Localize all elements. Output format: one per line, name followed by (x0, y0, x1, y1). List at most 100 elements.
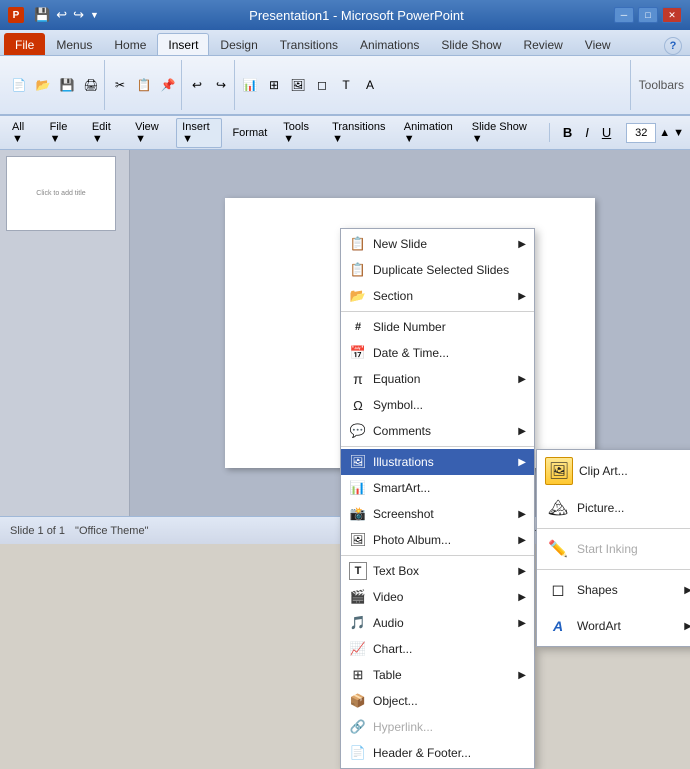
toolbar-group-file: 📄 📂 💾 🖨 (6, 60, 105, 110)
submenu-picture[interactable]: 🏔 Picture... (537, 490, 690, 526)
help-icon[interactable]: ? (664, 37, 682, 55)
submenu-shapes-label: Shapes (577, 583, 618, 597)
tab-design[interactable]: Design (209, 33, 268, 55)
ribbon-tab-bar: File Menus Home Insert Design Transition… (0, 30, 690, 56)
menu-sep1 (341, 311, 534, 312)
menu-smartart[interactable]: 📊 SmartArt... (341, 475, 534, 501)
tab-transitions[interactable]: Transitions (269, 33, 349, 55)
textbox-icon: T (349, 562, 367, 580)
slideshow-menu[interactable]: Slide Show ▼ (466, 118, 535, 148)
copy-btn[interactable]: 📋 (133, 74, 155, 96)
menu-date-time[interactable]: 📅 Date & Time... (341, 340, 534, 366)
font-size-input[interactable] (626, 123, 656, 143)
menu-table[interactable]: ⊞ Table ▶ (341, 662, 534, 688)
redo-btn[interactable]: ↪ (210, 74, 232, 96)
menu-video[interactable]: 🎬 Video ▶ (341, 584, 534, 610)
font-size-down[interactable]: ▼ (673, 127, 684, 139)
tab-file[interactable]: File (4, 33, 45, 55)
submenu-wordart-label: WordArt (577, 619, 621, 633)
undo-btn[interactable]: ↩ (186, 74, 208, 96)
tab-view[interactable]: View (574, 33, 622, 55)
date-time-icon: 📅 (349, 344, 367, 362)
menu-hyperlink-label: Hyperlink... (373, 720, 433, 734)
all-menu[interactable]: All ▼ (6, 118, 40, 148)
photo-album-arrow: ▶ (518, 535, 526, 546)
tab-insert[interactable]: Insert (157, 33, 209, 55)
maximize-button[interactable]: □ (638, 7, 658, 23)
menu-smartart-label: SmartArt... (373, 481, 430, 495)
menu-equation[interactable]: π Equation ▶ (341, 366, 534, 392)
table-btn[interactable]: ⊞ (263, 74, 285, 96)
menu-duplicate-slides[interactable]: 📋 Duplicate Selected Slides (341, 257, 534, 283)
redo-icon[interactable]: ↪ (73, 7, 84, 23)
clipart-icon: 🖼 (549, 461, 569, 481)
menu-comments[interactable]: 💬 Comments ▶ (341, 418, 534, 444)
menu-object[interactable]: 📦 Object... (341, 688, 534, 714)
menu-chart-label: Chart... (373, 642, 412, 656)
italic-btn[interactable]: I (580, 123, 594, 142)
tab-animations[interactable]: Animations (349, 33, 430, 55)
font-size-up[interactable]: ▲ (659, 127, 670, 139)
tools-menu[interactable]: Tools ▼ (277, 118, 322, 148)
tab-home[interactable]: Home (103, 33, 157, 55)
slide-thumbnail[interactable]: Click to add title (6, 156, 116, 231)
menu-section-label: Section (373, 289, 413, 303)
bold-btn[interactable]: B (558, 123, 577, 142)
tab-slideshow[interactable]: Slide Show (430, 33, 512, 55)
menu-slide-number-label: Slide Number (373, 320, 446, 334)
paste-btn[interactable]: 📌 (157, 74, 179, 96)
menu-duplicate-label: Duplicate Selected Slides (373, 263, 509, 277)
menu-textbox[interactable]: T Text Box ▶ (341, 558, 534, 584)
edit-menu[interactable]: Edit ▼ (86, 118, 125, 148)
menu-symbol[interactable]: Ω Symbol... (341, 392, 534, 418)
menu-audio[interactable]: 🎵 Audio ▶ (341, 610, 534, 636)
menu-new-slide[interactable]: 📋 New Slide ▶ (341, 231, 534, 257)
quick-dropdown-icon[interactable]: ▼ (90, 10, 99, 20)
menu-section[interactable]: 📂 Section ▶ (341, 283, 534, 309)
underline-btn[interactable]: U (597, 123, 616, 142)
illustrations-submenu: 🖼 Clip Art... 🏔 Picture... ✏️ Start Inki… (536, 449, 690, 647)
submenu-wordart[interactable]: A WordArt ▶ (537, 608, 690, 644)
submenu-start-inking: ✏️ Start Inking (537, 531, 690, 567)
submenu-sep1 (537, 528, 690, 529)
print-btn[interactable]: 🖨 (80, 74, 102, 96)
chart-btn[interactable]: 📊 (239, 74, 261, 96)
menu-illustrations-label: Illustrations (373, 455, 434, 469)
undo-icon[interactable]: ↩ (56, 7, 67, 23)
shapes-btn[interactable]: ◻ (311, 74, 333, 96)
submenu-clipart-label: Clip Art... (579, 464, 628, 478)
close-button[interactable]: ✕ (662, 7, 682, 23)
animation-menu[interactable]: Animation ▼ (398, 118, 462, 148)
theme-info: "Office Theme" (75, 525, 148, 537)
insert-menu-btn[interactable]: Insert ▼ (176, 118, 222, 148)
equation-icon: π (349, 370, 367, 388)
tab-menus[interactable]: Menus (45, 33, 103, 55)
open-btn[interactable]: 📂 (32, 74, 54, 96)
transitions-menu[interactable]: Transitions ▼ (326, 118, 394, 148)
menu-header-footer[interactable]: 📄 Header & Footer... (341, 740, 534, 766)
menu-photo-album-label: Photo Album... (373, 533, 451, 547)
menu-chart[interactable]: 📈 Chart... (341, 636, 534, 662)
menu-illustrations[interactable]: 🖼 Illustrations ▶ 🖼 Clip Art... (341, 449, 534, 475)
photo-album-icon: 🖼 (349, 531, 367, 549)
textbox-btn[interactable]: T (335, 74, 357, 96)
format-menu[interactable]: Format (226, 124, 273, 142)
cut-btn[interactable]: ✂ (109, 74, 131, 96)
video-icon: 🎬 (349, 588, 367, 606)
insert-btn[interactable]: 🖼 (287, 74, 309, 96)
save-icon[interactable]: 💾 (34, 7, 50, 23)
file-menu[interactable]: File ▼ (44, 118, 82, 148)
menu-slide-number[interactable]: # Slide Number (341, 314, 534, 340)
menu-table-label: Table (373, 668, 402, 682)
submenu-clipart[interactable]: 🖼 Clip Art... (537, 452, 690, 490)
save-btn[interactable]: 💾 (56, 74, 78, 96)
menu-photo-album[interactable]: 🖼 Photo Album... ▶ (341, 527, 534, 553)
submenu-shapes[interactable]: ◻ Shapes ▶ (537, 572, 690, 608)
app-icon: P (8, 7, 24, 23)
new-btn[interactable]: 📄 (8, 74, 30, 96)
view-menu[interactable]: View ▼ (129, 118, 172, 148)
minimize-button[interactable]: ─ (614, 7, 634, 23)
tab-review[interactable]: Review (512, 33, 573, 55)
menu-screenshot[interactable]: 📸 Screenshot ▶ (341, 501, 534, 527)
wordart-btn[interactable]: A (359, 74, 381, 96)
